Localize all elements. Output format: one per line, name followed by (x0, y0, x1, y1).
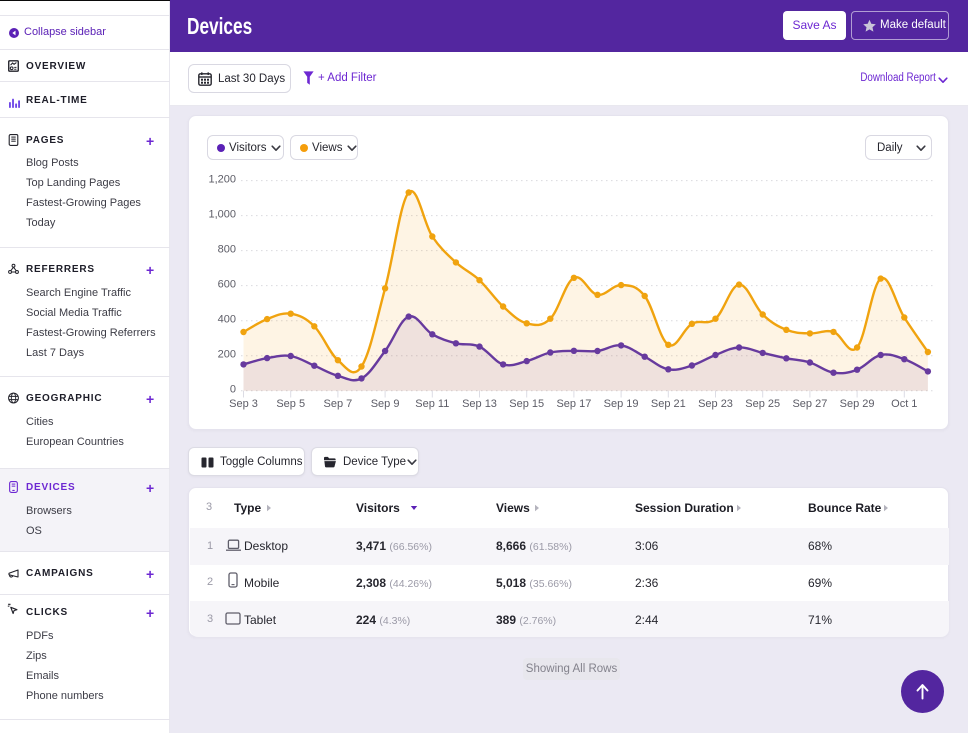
svg-text:Sep 15: Sep 15 (509, 398, 544, 410)
svg-text:Sep 29: Sep 29 (840, 398, 875, 410)
svg-text:Oct 1: Oct 1 (891, 398, 917, 410)
svg-text:Sep 7: Sep 7 (324, 398, 353, 410)
svg-text:Sep 13: Sep 13 (462, 398, 497, 410)
svg-text:0: 0 (230, 384, 236, 396)
svg-text:Sep 19: Sep 19 (604, 398, 639, 410)
svg-text:Sep 11: Sep 11 (415, 398, 449, 410)
svg-text:1,000: 1,000 (208, 209, 236, 221)
svg-text:200: 200 (218, 349, 236, 361)
svg-text:1,200: 1,200 (208, 174, 236, 186)
svg-text:Sep 5: Sep 5 (276, 398, 305, 410)
svg-text:Sep 21: Sep 21 (651, 398, 686, 410)
svg-text:Sep 25: Sep 25 (745, 398, 780, 410)
svg-text:Sep 9: Sep 9 (371, 398, 400, 410)
svg-text:600: 600 (218, 279, 236, 291)
svg-text:800: 800 (218, 244, 236, 256)
svg-text:Sep 17: Sep 17 (556, 398, 591, 410)
svg-text:Sep 23: Sep 23 (698, 398, 733, 410)
svg-text:Sep 3: Sep 3 (229, 398, 258, 410)
svg-text:400: 400 (218, 314, 236, 326)
svg-text:Sep 27: Sep 27 (792, 398, 827, 410)
